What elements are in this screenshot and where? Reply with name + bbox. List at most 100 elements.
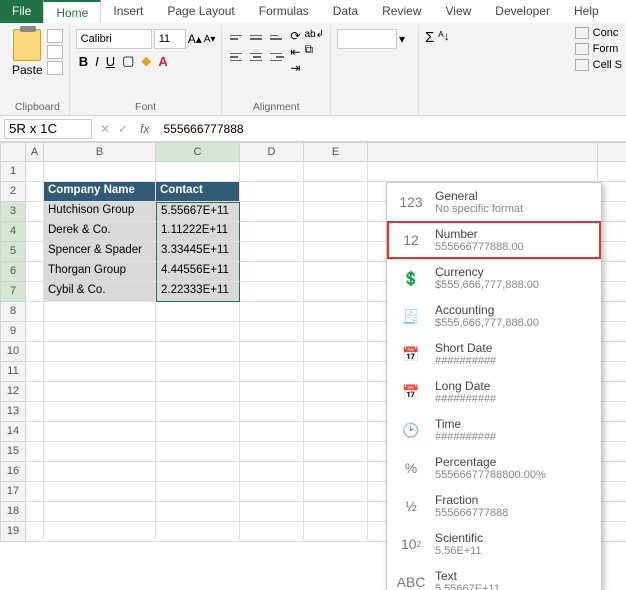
cell[interactable] (44, 402, 156, 422)
cell[interactable] (304, 342, 368, 362)
cell[interactable] (156, 342, 240, 362)
cell[interactable] (26, 402, 44, 422)
cell[interactable] (44, 522, 156, 542)
cell[interactable] (598, 342, 626, 362)
cell[interactable] (26, 462, 44, 482)
cell[interactable] (598, 422, 626, 442)
cell[interactable] (240, 242, 304, 262)
cell[interactable]: Cybil & Co. (44, 282, 156, 302)
cell[interactable]: 1.11222E+11 (156, 222, 240, 242)
row-header-16[interactable]: 16 (0, 462, 26, 482)
cell[interactable] (304, 202, 368, 222)
cell[interactable] (304, 502, 368, 522)
row-header-18[interactable]: 18 (0, 502, 26, 522)
row-header-7[interactable]: 7 (0, 282, 26, 302)
cell[interactable] (598, 162, 626, 182)
cell[interactable]: Company Name (44, 182, 156, 202)
format-option-number[interactable]: 12Number555666777888.00 (387, 221, 601, 259)
cell[interactable] (156, 522, 240, 542)
row-header-12[interactable]: 12 (0, 382, 26, 402)
format-as-table-button[interactable]: Form (575, 43, 622, 55)
cell[interactable] (44, 162, 156, 182)
cell[interactable] (156, 382, 240, 402)
col-header-e[interactable]: E (304, 142, 368, 162)
formula-input[interactable]: 555666777888 (157, 120, 626, 138)
cell[interactable] (598, 322, 626, 342)
cell[interactable] (240, 522, 304, 542)
cell[interactable]: Thorgan Group (44, 262, 156, 282)
cell[interactable] (304, 522, 368, 542)
cell[interactable] (156, 362, 240, 382)
cell[interactable] (598, 202, 626, 222)
select-all-corner[interactable] (0, 142, 26, 162)
cell[interactable] (304, 482, 368, 502)
row-header-14[interactable]: 14 (0, 422, 26, 442)
cell[interactable]: 3.33445E+11 (156, 242, 240, 262)
cell[interactable] (304, 362, 368, 382)
cell[interactable] (44, 302, 156, 322)
cell[interactable] (26, 182, 44, 202)
number-format-select[interactable] (337, 29, 397, 49)
cell[interactable]: Spencer & Spader (44, 242, 156, 262)
cell[interactable]: 4.44556E+11 (156, 262, 240, 282)
cell[interactable] (598, 362, 626, 382)
cell[interactable] (598, 282, 626, 302)
increase-indent-icon[interactable]: ⇥ (290, 61, 300, 75)
bold-button[interactable]: B (76, 52, 91, 71)
cell[interactable] (44, 362, 156, 382)
cell[interactable] (598, 382, 626, 402)
cell[interactable] (156, 322, 240, 342)
col-header-a[interactable]: A (26, 142, 44, 162)
conditional-formatting-button[interactable]: Conc (575, 27, 622, 39)
cell[interactable] (26, 322, 44, 342)
cell[interactable] (304, 442, 368, 462)
cell[interactable] (598, 502, 626, 522)
row-header-8[interactable]: 8 (0, 302, 26, 322)
cell[interactable] (240, 222, 304, 242)
row-header-1[interactable]: 1 (0, 162, 26, 182)
format-option-currency[interactable]: 💲Currency$555,666,777,888.00 (387, 259, 601, 297)
cell[interactable] (26, 362, 44, 382)
format-painter-icon[interactable] (47, 61, 63, 75)
row-header-3[interactable]: 3 (0, 202, 26, 222)
cell[interactable] (240, 302, 304, 322)
cell[interactable] (240, 442, 304, 462)
row-header-9[interactable]: 9 (0, 322, 26, 342)
increase-font-icon[interactable]: A▴ (188, 32, 202, 46)
cell[interactable] (304, 282, 368, 302)
format-option-percentage[interactable]: %Percentage55566677788800.00% (387, 449, 601, 487)
tab-page-layout[interactable]: Page Layout (155, 0, 246, 23)
cell[interactable] (240, 402, 304, 422)
cell[interactable] (304, 182, 368, 202)
cell[interactable]: 5.55667E+11 (156, 202, 240, 222)
align-bottom-icon[interactable] (268, 29, 286, 45)
cell[interactable] (26, 422, 44, 442)
cell[interactable] (26, 262, 44, 282)
cell[interactable] (156, 462, 240, 482)
col-header-i[interactable]: I (598, 142, 626, 162)
sort-filter-icon[interactable]: ᴬ↓ (438, 29, 449, 43)
cell[interactable] (26, 202, 44, 222)
cell[interactable] (44, 422, 156, 442)
cell[interactable] (598, 182, 626, 202)
tab-view[interactable]: View (434, 0, 484, 23)
format-option-general[interactable]: 123GeneralNo specific format (387, 183, 601, 221)
worksheet[interactable]: A B C D E I 1234567891011121314151617181… (0, 142, 626, 590)
cell[interactable] (240, 482, 304, 502)
cell[interactable] (304, 422, 368, 442)
format-option-short-date[interactable]: 📅Short Date########## (387, 335, 601, 373)
tab-developer[interactable]: Developer (483, 0, 562, 23)
wrap-text-icon[interactable]: ab↲ (304, 29, 324, 40)
fx-icon[interactable]: fx (132, 122, 157, 136)
cell[interactable] (598, 402, 626, 422)
tab-help[interactable]: Help (562, 0, 611, 23)
cell[interactable] (26, 282, 44, 302)
cell[interactable] (156, 302, 240, 322)
cell[interactable] (156, 502, 240, 522)
tab-data[interactable]: Data (321, 0, 370, 23)
cell[interactable] (44, 382, 156, 402)
cell[interactable] (304, 462, 368, 482)
format-option-accounting[interactable]: 🧾Accounting$555,666,777,888.00 (387, 297, 601, 335)
cell[interactable] (598, 522, 626, 542)
cell[interactable] (26, 522, 44, 542)
